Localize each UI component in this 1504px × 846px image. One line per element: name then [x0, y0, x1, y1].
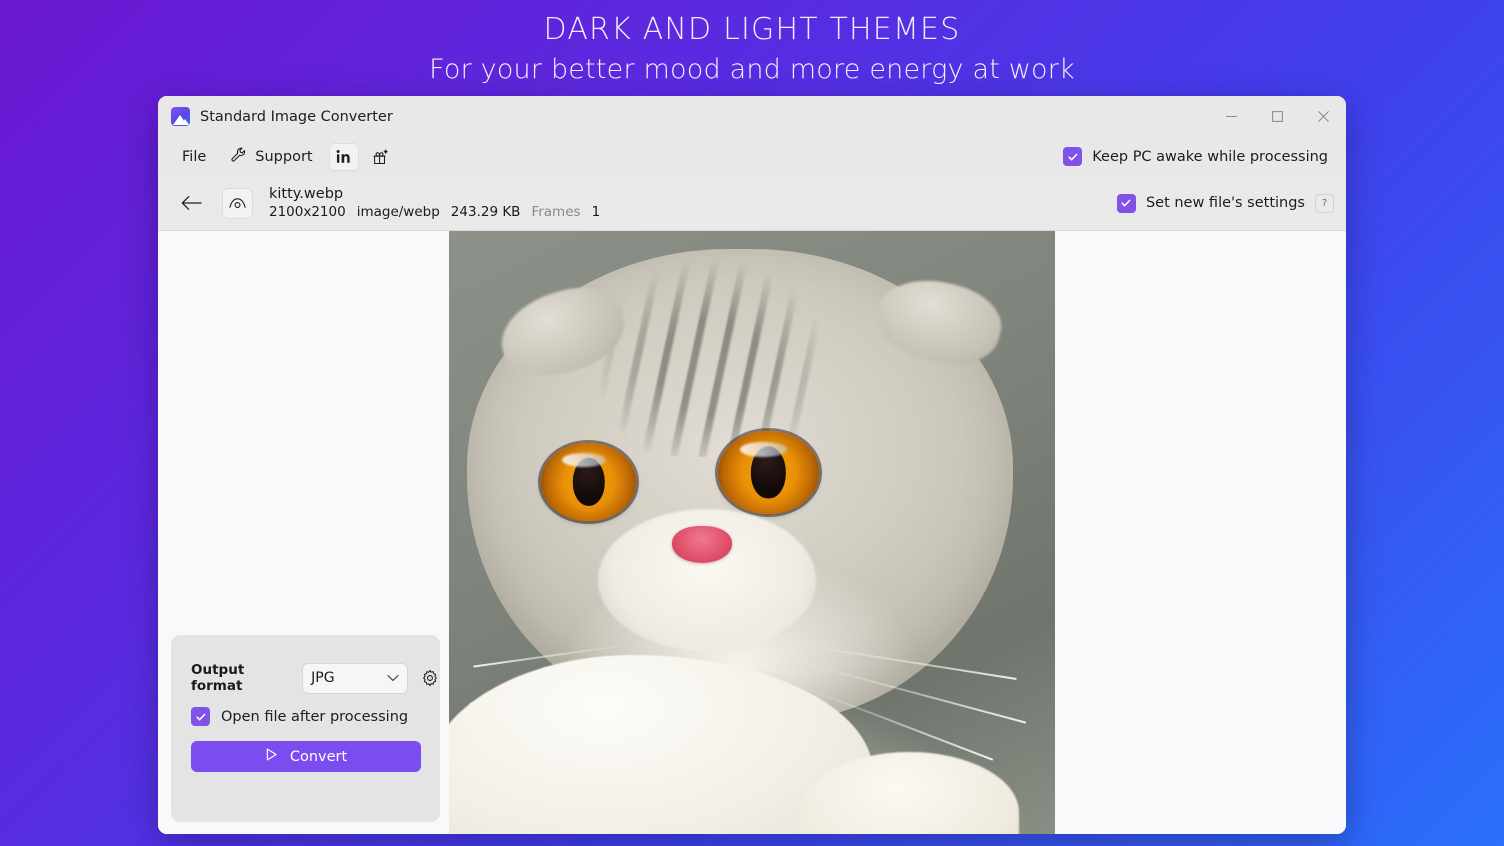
- frames-label: Frames: [531, 204, 581, 221]
- file-settings-control: Set new file's settings ?: [1116, 193, 1334, 213]
- window-controls: [1208, 96, 1346, 137]
- close-icon[interactable]: [1300, 96, 1346, 137]
- output-format-row: Output format JPG: [171, 635, 440, 694]
- convert-button[interactable]: Convert: [190, 741, 421, 772]
- cat-eye-glint-left: [561, 453, 606, 468]
- mountain-app-icon: [171, 107, 190, 126]
- keep-awake-control[interactable]: Keep PC awake while processing: [1063, 147, 1334, 166]
- file-name: kitty.webp: [269, 185, 344, 202]
- convert-button-label: Convert: [289, 748, 348, 765]
- image-preview[interactable]: [449, 231, 1055, 834]
- cat-eye-right: [718, 431, 819, 514]
- banner-subtitle: For your better mood and more energy at …: [429, 54, 1075, 85]
- keep-awake-checkbox[interactable]: [1063, 147, 1083, 166]
- cat-eye-glint-right: [740, 441, 787, 457]
- file-meta: 2100x2100 image/webp 243.29 KB Frames 1: [269, 204, 600, 221]
- frames-count: 1: [591, 204, 601, 221]
- file-mime-type: image/webp: [356, 204, 440, 221]
- app-title: Standard Image Converter: [200, 108, 393, 125]
- gift-sparkle-icon[interactable]: [365, 143, 395, 171]
- play-triangle-icon: [264, 747, 279, 766]
- menu-file-label: File: [182, 148, 207, 165]
- wrench-icon: [230, 146, 247, 167]
- preview-canvas: Output format JPG Open file after proces…: [158, 231, 1346, 834]
- file-size: 243.29 KB: [450, 204, 521, 221]
- open-after-processing-label: Open file after processing: [221, 708, 409, 725]
- menu-support-label: Support: [255, 148, 313, 165]
- set-new-file-settings-checkbox[interactable]: [1116, 193, 1136, 213]
- arrow-left-icon[interactable]: [174, 186, 208, 220]
- title-bar: Standard Image Converter: [158, 96, 1346, 137]
- keep-awake-label: Keep PC awake while processing: [1092, 148, 1328, 165]
- file-dimensions: 2100x2100: [269, 204, 346, 221]
- output-format-value: JPG: [311, 670, 335, 686]
- cat-head: [467, 249, 1013, 722]
- banner-title: DARK AND LIGHT THEMES: [543, 12, 961, 47]
- help-button[interactable]: ?: [1315, 193, 1334, 213]
- linkedin-icon[interactable]: [328, 142, 359, 171]
- app-window: Standard Image Converter File Support Ke…: [158, 96, 1346, 834]
- cat-forehead-stripes: [587, 258, 839, 458]
- output-format-select[interactable]: JPG: [302, 662, 409, 694]
- gear-icon[interactable]: [420, 667, 440, 689]
- open-after-processing-checkbox[interactable]: [191, 707, 210, 726]
- menu-support[interactable]: Support: [220, 142, 322, 172]
- eye-preview-icon[interactable]: [222, 187, 253, 219]
- menu-toolbar: File Support Keep PC awake while process…: [158, 137, 1346, 176]
- conversion-settings-card: Output format JPG Open file after proces…: [171, 635, 440, 822]
- file-details: kitty.webp 2100x2100 image/webp 243.29 K…: [269, 185, 600, 222]
- menu-file[interactable]: File: [172, 142, 216, 172]
- set-new-file-settings-label: Set new file's settings: [1145, 195, 1305, 211]
- file-info-bar: kitty.webp 2100x2100 image/webp 243.29 K…: [158, 176, 1346, 231]
- output-format-label: Output format: [191, 662, 245, 694]
- chevron-down-icon: [387, 670, 399, 686]
- maximize-icon[interactable]: [1254, 96, 1300, 137]
- promo-banner: DARK AND LIGHT THEMES For your better mo…: [0, 0, 1504, 87]
- minimize-icon[interactable]: [1208, 96, 1254, 137]
- cat-eye-left: [540, 442, 637, 521]
- open-after-processing-control[interactable]: Open file after processing: [171, 694, 440, 726]
